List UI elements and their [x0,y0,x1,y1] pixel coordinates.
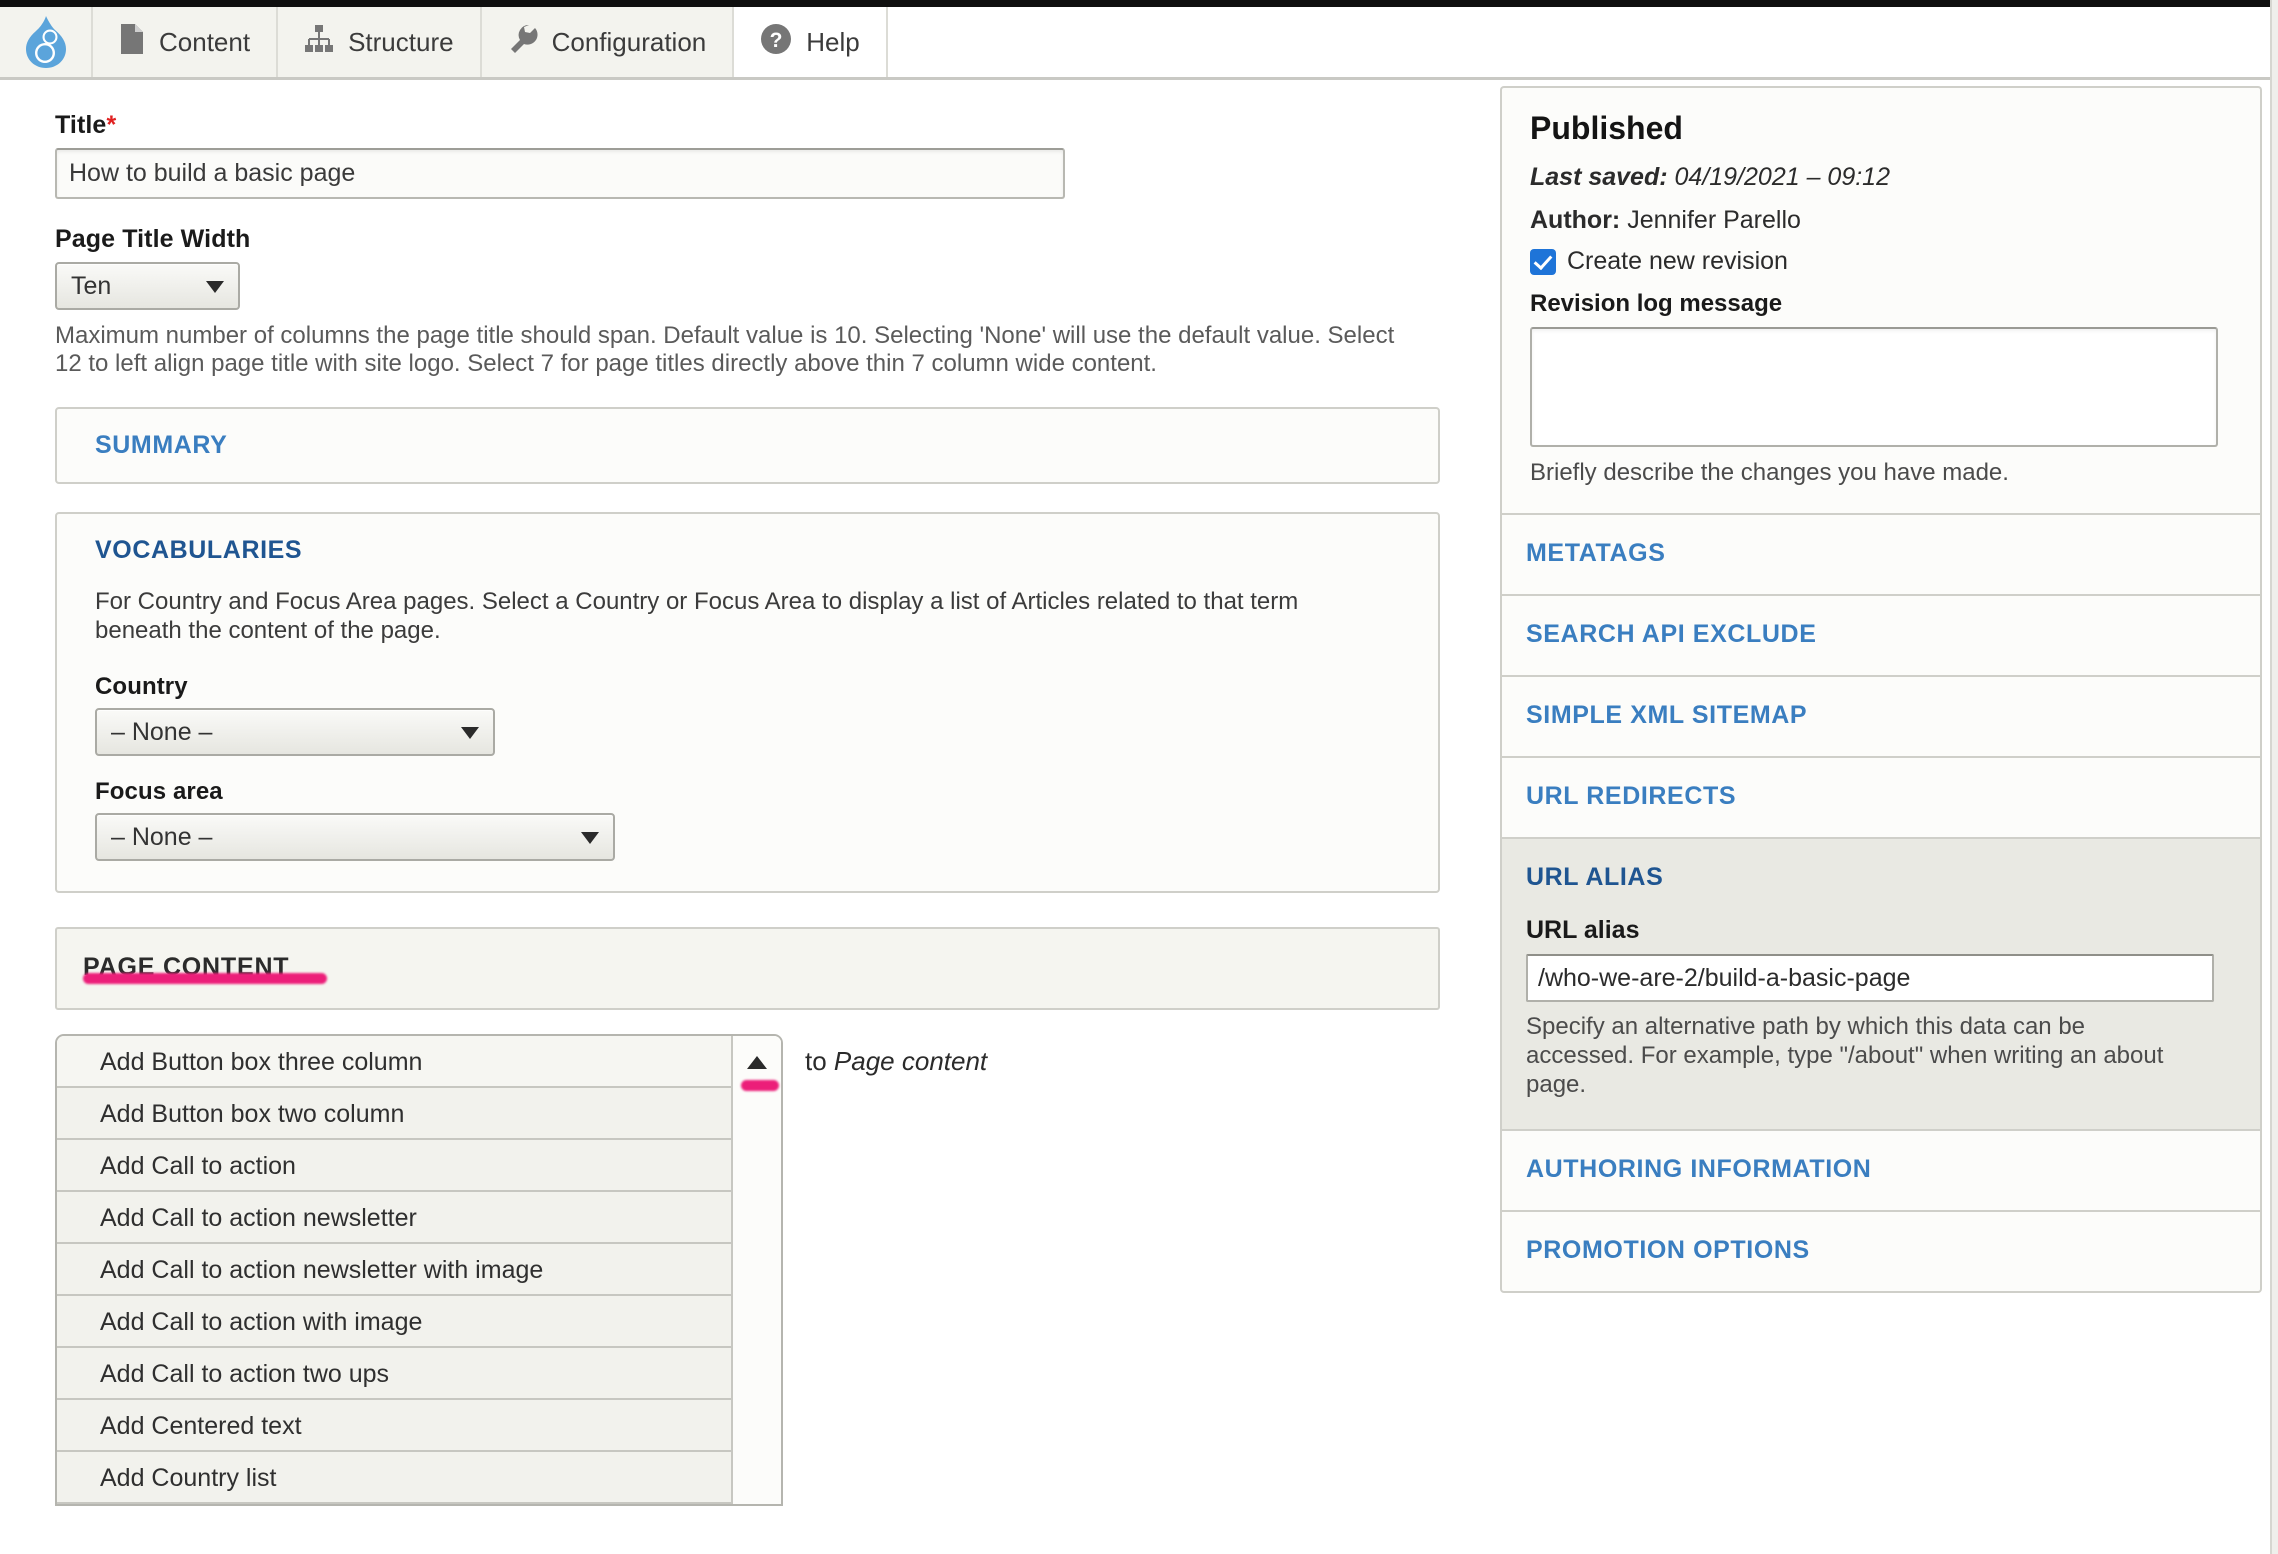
add-to-page-content-text: to Page content [805,1046,987,1077]
chevron-down-icon [461,727,479,740]
list-item[interactable]: Add Call to action two ups [57,1348,781,1401]
annotation-underline-page-content [83,973,327,985]
toolbar-tab-help[interactable]: ? Help [734,7,888,77]
sidebar-section-url-alias-body: URL alias Specify an alternative path by… [1502,916,2260,1129]
scroll-up-arrow-icon[interactable] [747,1056,767,1070]
annotation-mark-scroll-arrow [741,1080,779,1092]
add-to-target: Page content [833,1046,988,1077]
sidebar-section-metatags[interactable]: METATAGS [1500,513,2262,594]
list-item[interactable]: Add Call to action with image [57,1296,781,1349]
list-item[interactable]: Add Call to action newsletter with image [57,1244,781,1297]
last-saved-value: 04/19/2021 – 09:12 [1674,163,1890,191]
last-saved-label: Last saved: [1530,163,1668,191]
chevron-down-icon [206,281,224,293]
chevron-down-icon [581,832,599,845]
drupal-logo[interactable] [0,7,93,77]
admin-toolbar: Content Structure Configuration ? Help [0,7,2278,80]
page-title-width-help: Maximum number of columns the page title… [55,322,1395,378]
last-saved-row: Last saved: 04/19/2021 – 09:12 [1530,163,2232,192]
sidebar-section-simple-xml-sitemap-label[interactable]: SIMPLE XML SITEMAP [1502,677,2260,756]
vocabularies-panel: VOCABULARIES For Country and Focus Area … [55,511,1440,894]
revision-log-help: Briefly describe the changes you have ma… [1530,459,2009,486]
published-card: Published Last saved: 04/19/2021 – 09:12… [1500,86,2262,513]
page-content-add-row: Add Button box three column Add Button b… [55,1034,1500,1507]
title-input[interactable] [55,148,1065,199]
vocabularies-panel-heading[interactable]: VOCABULARIES [57,514,1438,587]
revision-log-label: Revision log message [1530,290,1783,317]
country-label: Country [95,673,188,701]
url-alias-input[interactable] [1526,954,2214,1002]
toolbar-tab-structure-label: Structure [348,26,454,57]
sidebar-section-url-redirects[interactable]: URL REDIRECTS [1500,756,2262,837]
listbox-scrollbar[interactable] [731,1036,781,1505]
create-new-revision-checkbox[interactable] [1530,248,1556,275]
list-item[interactable]: Add Centered text [57,1400,781,1453]
country-select[interactable]: – None – [95,708,495,757]
sidebar-section-promotion-options-label[interactable]: PROMOTION OPTIONS [1502,1212,2260,1291]
toolbar-tab-content[interactable]: Content [93,7,279,77]
sidebar-section-promotion-options[interactable]: PROMOTION OPTIONS [1500,1210,2262,1294]
wrench-icon [508,23,538,62]
revision-log-textarea[interactable] [1530,327,2218,447]
published-card-body: Published Last saved: 04/19/2021 – 09:12… [1502,88,2260,513]
sitemap-icon [304,24,334,61]
toolbar-tab-configuration[interactable]: Configuration [482,7,735,77]
help-icon: ? [760,23,792,62]
vocabularies-description: For Country and Focus Area pages. Select… [95,587,1299,644]
list-item[interactable]: Add Button box three column [57,1036,781,1089]
page-content-heading[interactable]: PAGE CONTENT [57,929,1438,1008]
page-title-width-label: Page Title Width [55,225,251,253]
page-content-options-list: Add Button box three column Add Button b… [57,1036,781,1505]
sidebar-section-simple-xml-sitemap[interactable]: SIMPLE XML SITEMAP [1500,675,2262,756]
sidebar-section-url-alias-label[interactable]: URL ALIAS [1502,839,2260,902]
svg-text:?: ? [770,29,783,52]
url-alias-help: Specify an alternative path by which thi… [1526,1013,2164,1098]
create-new-revision-row: Create new revision [1530,247,2232,276]
sidebar-section-search-api-exclude-label[interactable]: SEARCH API EXCLUDE [1502,596,2260,675]
author-value: Jennifer Parello [1627,206,1801,234]
sidebar-section-url-alias: URL ALIAS URL alias Specify an alternati… [1500,837,2262,1130]
list-item[interactable]: Add Call to action [57,1140,781,1193]
page-right-edge [2270,0,2278,1554]
vocabularies-panel-body: For Country and Focus Area pages. Select… [57,587,1438,892]
page-content-panel: PAGE CONTENT [55,927,1440,1011]
sidebar-section-authoring-information[interactable]: AUTHORING INFORMATION [1500,1129,2262,1211]
list-item[interactable]: Add Call to action newsletter [57,1192,781,1245]
author-row: Author: Jennifer Parello [1530,206,2232,235]
required-asterisk: * [106,111,117,139]
focus-area-field: Focus area – None – [95,778,1400,862]
author-label: Author: [1530,206,1621,234]
title-field-label: Title* [55,111,1500,140]
sidebar-section-search-api-exclude[interactable]: SEARCH API EXCLUDE [1500,594,2262,675]
focus-area-value: – None – [111,822,213,851]
toolbar-tab-configuration-label: Configuration [551,26,707,57]
sidebar-section-url-redirects-label[interactable]: URL REDIRECTS [1502,758,2260,837]
summary-panel[interactable]: SUMMARY [55,406,1440,484]
page-content-options-listbox[interactable]: Add Button box three column Add Button b… [55,1034,783,1507]
title-label-text: Title [55,111,107,139]
list-item[interactable]: Add Button box two column [57,1088,781,1141]
node-edit-sidebar: Published Last saved: 04/19/2021 – 09:12… [1500,83,2278,1554]
add-to-prefix: to [805,1046,834,1077]
window-top-strip-right [455,0,2278,7]
url-alias-field-label: URL alias [1526,916,1640,944]
page-title-width-value: Ten [71,271,112,300]
status-badge: Published [1530,110,1683,146]
country-field: Country – None – [95,673,1400,757]
toolbar-tab-content-label: Content [159,26,251,57]
focus-area-select[interactable]: – None – [95,813,615,862]
country-value: – None – [111,717,213,746]
toolbar-empty-space [887,7,2278,77]
list-item[interactable]: Add Country list [57,1452,781,1505]
summary-panel-heading[interactable]: SUMMARY [57,409,1438,482]
create-new-revision-label[interactable]: Create new revision [1567,247,1788,276]
document-icon [119,23,145,62]
toolbar-tab-help-label: Help [806,26,860,57]
toolbar-tab-structure[interactable]: Structure [278,7,482,77]
sidebar-section-authoring-information-label[interactable]: AUTHORING INFORMATION [1502,1131,2260,1210]
node-edit-main-column: Title* Page Title Width Ten Maximum numb… [0,83,1500,1554]
page-title-width-select[interactable]: Ten [55,262,240,310]
sidebar-section-metatags-label[interactable]: METATAGS [1502,515,2260,594]
focus-area-label: Focus area [95,778,223,806]
